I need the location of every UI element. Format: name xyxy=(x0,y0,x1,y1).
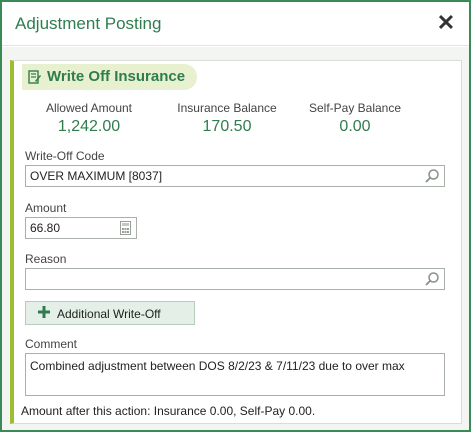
document-edit-icon xyxy=(28,70,41,84)
reason-field[interactable] xyxy=(25,268,445,290)
additional-writeoff-label: Additional Write-Off xyxy=(57,307,161,321)
section-title: Write Off Insurance xyxy=(47,68,186,85)
comment-value: Combined adjustment between DOS 8/2/23 &… xyxy=(30,359,405,373)
additional-writeoff-button[interactable]: Additional Write-Off xyxy=(25,301,195,325)
comment-label: Comment xyxy=(25,337,78,351)
search-icon[interactable] xyxy=(424,271,440,287)
comment-field[interactable]: Combined adjustment between DOS 8/2/23 &… xyxy=(25,353,445,396)
stat-value: 1,242.00 xyxy=(57,118,121,135)
amount-label: Amount xyxy=(25,201,67,215)
writeoff-code-label: Write-Off Code xyxy=(25,149,105,163)
stat-value: 0.00 xyxy=(339,118,371,135)
writeoff-code-value: OVER MAXIMUM [8037] xyxy=(30,169,163,183)
writeoff-code-field[interactable]: OVER MAXIMUM [8037] xyxy=(25,165,445,187)
write-off-panel: Write Off Insurance Allowed Amount 1,242… xyxy=(10,60,462,424)
dialog-titlebar: Adjustment Posting ✕ xyxy=(2,2,469,46)
calculator-icon[interactable] xyxy=(120,221,131,235)
amount-field[interactable]: 66.80 xyxy=(25,217,137,239)
stat-label: Allowed Amount xyxy=(45,101,133,115)
amount-value: 66.80 xyxy=(30,221,61,235)
plus-icon xyxy=(38,306,50,318)
dialog-body: Write Off Insurance Allowed Amount 1,242… xyxy=(2,47,469,430)
stat-label: Self-Pay Balance xyxy=(308,101,402,115)
self-pay-balance-stat: Self-Pay Balance 0.00 xyxy=(300,101,410,136)
allowed-amount-stat: Allowed Amount 1,242.00 xyxy=(34,101,144,136)
search-icon[interactable] xyxy=(424,168,440,184)
dialog-title: Adjustment Posting xyxy=(15,14,162,33)
stat-value: 170.50 xyxy=(202,118,252,135)
section-header: Write Off Insurance xyxy=(22,64,197,90)
insurance-balance-stat: Insurance Balance 170.50 xyxy=(166,101,288,136)
reason-label: Reason xyxy=(25,252,67,266)
stat-label: Insurance Balance xyxy=(177,101,277,115)
amount-after-note: Amount after this action: Insurance 0.00… xyxy=(21,404,316,418)
adjustment-posting-dialog: Adjustment Posting ✕ Write Off Insurance… xyxy=(0,0,471,432)
close-icon[interactable]: ✕ xyxy=(435,10,457,36)
